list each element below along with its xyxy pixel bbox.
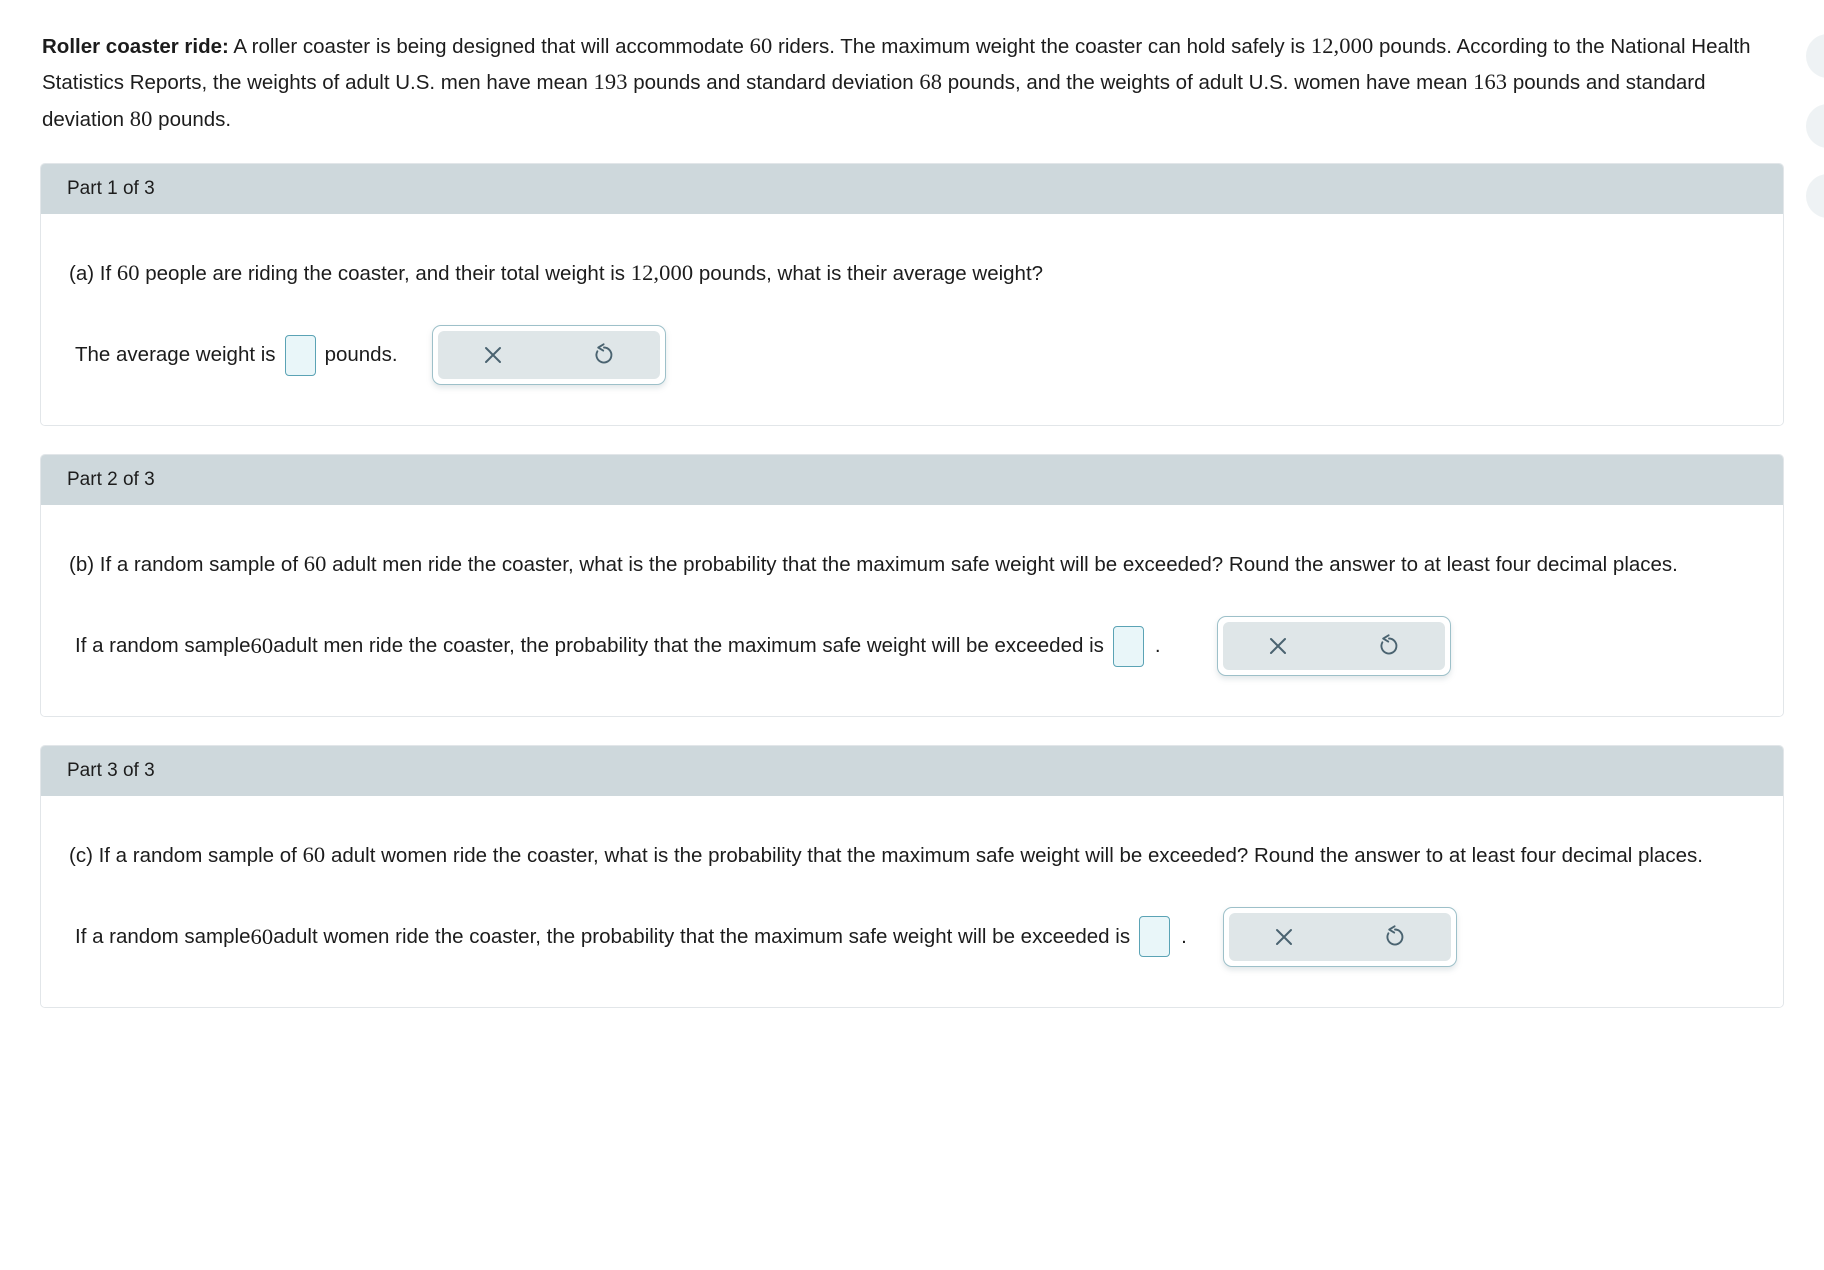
floating-toolbar-button-2[interactable] bbox=[1806, 104, 1824, 148]
part-2-answer-sample-value: 60 bbox=[250, 633, 274, 659]
part-2-body: (b) If a random sample of 60 adult men r… bbox=[41, 505, 1783, 717]
part-1-header: Part 1 of 3 bbox=[41, 164, 1783, 215]
problem-text-5: pounds, and the weights of adult U.S. wo… bbox=[942, 71, 1474, 95]
part-1-answer-prefix: The average weight is bbox=[75, 343, 276, 367]
problem-men-sd-value: 68 bbox=[919, 69, 943, 95]
problem-title: Roller coaster ride: bbox=[42, 35, 229, 58]
part-1-clear-button[interactable] bbox=[458, 333, 528, 377]
problem-text-7: pounds. bbox=[152, 107, 232, 131]
part-1-card: Part 1 of 3 (a) If 60 people are riding … bbox=[40, 163, 1784, 427]
close-x-icon bbox=[480, 342, 506, 368]
close-x-icon bbox=[1271, 924, 1297, 950]
part-1-body: (a) If 60 people are riding the coaster,… bbox=[41, 214, 1783, 426]
part-1-widget-inner bbox=[437, 331, 660, 380]
part-3-header: Part 3 of 3 bbox=[41, 746, 1783, 797]
floating-toolbar-button-1[interactable] bbox=[1806, 34, 1824, 78]
problem-max-weight-value: 12,000 bbox=[1310, 33, 1374, 58]
undo-reset-icon bbox=[1382, 924, 1408, 950]
part-1-action-widget bbox=[431, 325, 666, 386]
floating-toolbar-button-3[interactable] bbox=[1806, 174, 1824, 218]
floating-toolbar bbox=[1798, 34, 1824, 244]
problem-women-mean-value: 163 bbox=[1473, 69, 1508, 95]
part-2-answer-input[interactable] bbox=[1112, 625, 1144, 667]
part-1-question-text-c: pounds, what is their average weight? bbox=[693, 262, 1044, 286]
problem-men-mean-value: 193 bbox=[593, 69, 628, 95]
close-x-icon bbox=[1265, 633, 1291, 659]
part-3-widget-inner bbox=[1228, 912, 1451, 961]
part-2-answer-row: If a random sample 60 adult men ride the… bbox=[75, 616, 1755, 677]
part-3-sample-value: 60 bbox=[302, 842, 326, 868]
part-2-reset-button[interactable] bbox=[1354, 624, 1424, 668]
part-1-reset-button[interactable] bbox=[569, 333, 639, 377]
part-3-answer-input[interactable] bbox=[1139, 916, 1171, 958]
part-1-weight-value: 12,000 bbox=[630, 260, 694, 286]
part-3-answer-period: . bbox=[1181, 924, 1187, 948]
part-2-sample-value: 60 bbox=[303, 551, 327, 577]
part-3-card: Part 3 of 3 (c) If a random sample of 60… bbox=[40, 745, 1784, 1008]
part-3-action-widget bbox=[1222, 906, 1457, 967]
part-2-answer-period: . bbox=[1154, 634, 1161, 658]
assignment-page: Roller coaster ride: A roller coaster is… bbox=[0, 0, 1824, 1008]
part-2-header: Part 2 of 3 bbox=[41, 455, 1783, 506]
part-1-people-value: 60 bbox=[116, 260, 140, 286]
problem-riders-value: 60 bbox=[749, 33, 773, 58]
part-1-question-text-b: people are riding the coaster, and their… bbox=[139, 262, 631, 286]
undo-reset-icon bbox=[1376, 633, 1402, 659]
part-1-question: (a) If 60 people are riding the coaster,… bbox=[69, 256, 1755, 291]
problem-statement: Roller coaster ride: A roller coaster is… bbox=[42, 28, 1782, 137]
problem-women-sd-value: 80 bbox=[129, 105, 153, 131]
problem-text-1: A roller coaster is being designed that … bbox=[228, 35, 750, 58]
part-3-body: (c) If a random sample of 60 adult women… bbox=[41, 796, 1783, 1007]
part-3-question-text-b: adult women ride the coaster, what is th… bbox=[325, 844, 1703, 868]
part-3-reset-button[interactable] bbox=[1360, 915, 1430, 959]
undo-reset-icon bbox=[591, 342, 617, 368]
problem-text-4: pounds and standard deviation bbox=[627, 71, 920, 95]
part-2-answer-prefix-b: adult men ride the coaster, the probabil… bbox=[273, 634, 1104, 658]
part-2-answer-prefix-a: If a random sample bbox=[75, 634, 251, 658]
part-1-question-text-a: (a) If bbox=[69, 262, 117, 286]
part-3-answer-row: If a random sample 60 adult women ride t… bbox=[75, 906, 1755, 967]
part-2-action-widget bbox=[1216, 616, 1451, 677]
part-2-question-text-a: (b) If a random sample of bbox=[69, 553, 304, 577]
part-2-clear-button[interactable] bbox=[1243, 624, 1313, 668]
part-3-clear-button[interactable] bbox=[1249, 915, 1319, 959]
part-1-answer-row: The average weight is pounds. bbox=[75, 325, 1755, 386]
part-2-question: (b) If a random sample of 60 adult men r… bbox=[69, 547, 1755, 582]
part-1-answer-input[interactable] bbox=[284, 334, 316, 376]
part-2-question-text-b: adult men ride the coaster, what is the … bbox=[326, 553, 1678, 577]
part-3-answer-prefix-a: If a random sample bbox=[75, 924, 251, 948]
part-3-answer-prefix-b: adult women ride the coaster, the probab… bbox=[273, 924, 1131, 948]
part-3-question-text-a: (c) If a random sample of bbox=[69, 844, 303, 868]
part-1-answer-suffix: pounds. bbox=[324, 343, 398, 367]
part-2-card: Part 2 of 3 (b) If a random sample of 60… bbox=[40, 454, 1784, 718]
part-2-widget-inner bbox=[1222, 622, 1445, 671]
problem-text-2: riders. The maximum weight the coaster c… bbox=[772, 35, 1311, 58]
part-3-question: (c) If a random sample of 60 adult women… bbox=[69, 838, 1755, 873]
part-3-answer-sample-value: 60 bbox=[250, 923, 274, 949]
